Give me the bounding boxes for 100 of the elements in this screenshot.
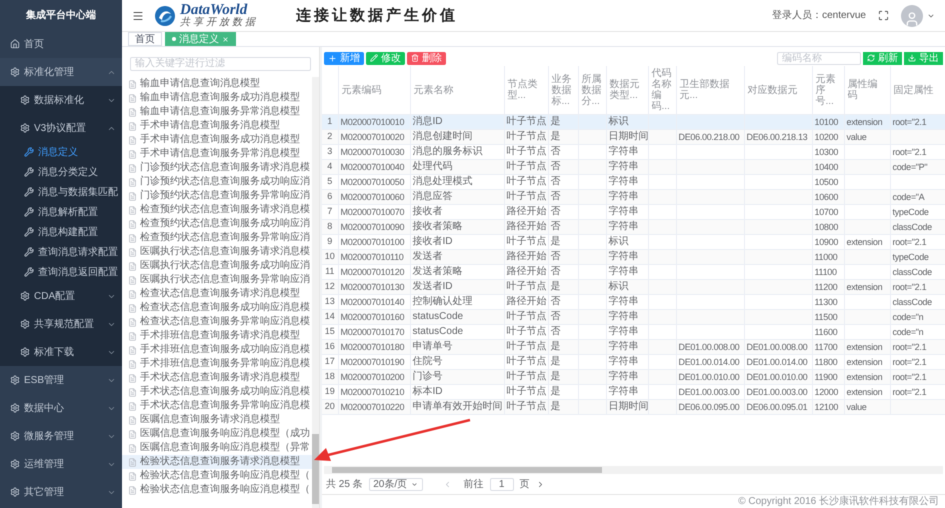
table-row[interactable]: 1 M020007010010 消息ID 叶子节点 是 标识 10100 extension root="2.1: [322, 114, 945, 130]
tree-item[interactable]: 检查预约状态信息查询服务成功响应消: [122, 217, 312, 231]
menu-icon[interactable]: [132, 10, 144, 22]
sidebar-item[interactable]: 微服务管理: [0, 422, 122, 450]
document-icon: [128, 458, 137, 466]
tree-item[interactable]: 手术申请信息查询服务消息模型: [122, 119, 312, 133]
table-row[interactable]: 6 M020007010060 消息应答 叶子节点 否 字符串 10600 code="A: [322, 190, 945, 204]
tree-item[interactable]: 医嘱执行状态信息查询服务请求消息模: [122, 245, 312, 259]
document-icon: [128, 164, 137, 172]
tree-item[interactable]: 门诊预约状态信息查询服务请求消息模: [122, 161, 312, 175]
sidebar-item[interactable]: 运维管理: [0, 450, 122, 478]
gear-icon: [20, 291, 30, 301]
table-row[interactable]: 8 M020007010090 接收者策略 路径开始 否 字符串 10800 classCode: [322, 220, 945, 234]
table-row[interactable]: 4 M020007010040 处理代码 叶子节点 否 字符串 10400 code="P": [322, 160, 945, 174]
sidebar-item[interactable]: 数据中心: [0, 394, 122, 422]
tree-item[interactable]: 检查预约状态信息查询服务请求消息模: [122, 203, 312, 217]
document-icon: [128, 108, 137, 116]
page-size-select[interactable]: 20条/页: [368, 478, 423, 490]
search-field[interactable]: 编码名称: [777, 52, 861, 64]
tree-item[interactable]: 手术排班信息查询服务异常响应消息模: [122, 357, 312, 371]
user-label: 登录人员：centervue: [772, 9, 866, 23]
tree-item[interactable]: 检查状态信息查询服务成功响应消息模: [122, 301, 312, 315]
table-row[interactable]: 12 M020007010130 发送者ID 叶子节点 是 标识 11200 extension root="2.1: [322, 280, 945, 294]
tree-item[interactable]: 手术申请信息查询服务成功消息模型: [122, 133, 312, 147]
horizontal-scrollbar[interactable]: [324, 466, 943, 474]
tree-item[interactable]: 检查状态信息查询服务请求消息模型: [122, 287, 312, 301]
tree-item[interactable]: 检查状态信息查询服务异常响应消息模: [122, 315, 312, 329]
tree-item[interactable]: 医嘱信息查询服务响应消息模型（成功: [122, 427, 312, 441]
document-icon: [128, 262, 137, 270]
tree-item[interactable]: 门诊预约状态信息查询服务成功响应消: [122, 175, 312, 189]
sidebar-item[interactable]: 消息构建配置: [0, 222, 122, 242]
table-row[interactable]: 19 M020007010210 标本ID 叶子节点 是 字符串 DE01.00.003.00 DE01.00.003.00 12000 extension root="2.1: [322, 384, 945, 400]
table-row[interactable]: 16 M020007010180 申请单号 叶子节点 是 字符串 DE01.00.008.00 DE01.00.008.00 11700 extension root="2.1: [322, 340, 945, 354]
slogan: 连接让数据产生价值: [296, 5, 458, 26]
fullscreen-icon[interactable]: [878, 10, 889, 21]
page-input[interactable]: 1: [490, 478, 514, 490]
sidebar-item[interactable]: 数据标准化: [0, 86, 122, 114]
table-row[interactable]: 14 M020007010160 statusCode 叶子节点 否 字符串 11500 code="n: [322, 310, 945, 324]
sidebar-item[interactable]: 首页: [0, 30, 122, 58]
sidebar-item[interactable]: 消息分类定义: [0, 162, 122, 182]
caret-icon: [411, 480, 418, 488]
close-icon[interactable]: [222, 36, 229, 42]
table-row[interactable]: 18 M020007010200 门诊号 叶子节点 是 字符串 DE01.00.010.00 DE01.00.010.00 11900 extension root="2.1: [322, 370, 945, 384]
tree-item[interactable]: 手术排班信息查询服务请求消息模型: [122, 329, 312, 343]
tree-item[interactable]: 检验状态信息查询服务请求消息模型: [122, 455, 312, 469]
gear-icon: [20, 95, 30, 105]
sidebar-item[interactable]: 其它管理: [0, 478, 122, 506]
tree-item[interactable]: 手术状态信息查询服务请求消息模型: [122, 371, 312, 385]
tree-item[interactable]: 手术排班信息查询服务成功响应消息模: [122, 343, 312, 357]
table-row[interactable]: 17 M020007010190 住院号 叶子节点 是 字符串 DE01.00.014.00 DE01.00.014.00 11800 extension root="2.1: [322, 354, 945, 370]
sidebar-item[interactable]: 查询消息返回配置: [0, 262, 122, 282]
tree-item[interactable]: 输血申请信息查询服务成功消息模型: [122, 91, 312, 105]
table-cell: 叶子节点: [504, 400, 548, 414]
table-row[interactable]: 10 M020007010110 发送者 路径开始 否 字符串 11000 typeCode: [322, 250, 945, 264]
toolbar-button[interactable]: 删除: [407, 52, 446, 64]
table-row[interactable]: 3 M020007010030 消息的服务标识 叶子节点 否 字符串 10300 root="2.1: [322, 144, 945, 160]
tree-item[interactable]: 手术申请信息查询服务异常消息模型: [122, 147, 312, 161]
sidebar-item[interactable]: 标准下载: [0, 338, 122, 366]
tree-item[interactable]: 手术状态信息查询服务成功响应消息模: [122, 385, 312, 399]
tree-item[interactable]: 检查预约状态信息查询服务异常响应消: [122, 231, 312, 245]
table-row[interactable]: 20 M020007010220 申请单有效开始时间 叶子节点 是 日期时间 DE06.00.095.00 DE06.00.095.01 12100 value: [322, 400, 945, 414]
tree-item[interactable]: 检验状态信息查询服务响应消息模型（: [122, 469, 312, 483]
sidebar-item[interactable]: ESB管理: [0, 366, 122, 394]
sidebar-item[interactable]: 共享规范配置: [0, 310, 122, 338]
table-row[interactable]: 5 M020007010050 消息处理模式 叶子节点 否 字符串 10500: [322, 174, 945, 190]
gear-icon: [10, 459, 20, 469]
tree-item[interactable]: 门诊预约状态信息查询服务异常响应消: [122, 189, 312, 203]
tree-item[interactable]: 医嘱信息查询服务响应消息模型（异常: [122, 441, 312, 455]
sidebar-item[interactable]: V3协议配置: [0, 114, 122, 142]
sidebar-item[interactable]: 消息解析配置: [0, 202, 122, 222]
tree-item[interactable]: 输血申请信息查询消息模型: [122, 77, 312, 91]
goto-label: 前往: [464, 478, 484, 492]
document-icon: [128, 402, 137, 410]
pencil-icon: [370, 54, 378, 62]
table-row[interactable]: 9 M020007010100 接收者ID 叶子节点 是 标识 10900 extension root="2.1: [322, 234, 945, 250]
table-row[interactable]: 15 M020007010170 statusCode 叶子节点 否 字符串 11600 code="n: [322, 324, 945, 340]
tab[interactable]: 首页: [128, 32, 162, 46]
scrollbar[interactable]: [312, 77, 319, 508]
table-row[interactable]: 11 M020007010120 发送者策略 路径开始 否 字符串 11100 classCode: [322, 264, 945, 280]
sidebar-item[interactable]: CDA配置: [0, 282, 122, 310]
tree-item[interactable]: 检验状态信息查询服务响应消息模型（: [122, 483, 312, 497]
tree-item[interactable]: 手术状态信息查询服务异常响应消息模: [122, 399, 312, 413]
tree-item[interactable]: 医嘱信息查询服务请求消息模型: [122, 413, 312, 427]
sidebar-item[interactable]: 消息与数据集匹配: [0, 182, 122, 202]
wrench-icon: [24, 167, 34, 177]
document-icon: [128, 206, 137, 214]
table-row[interactable]: 7 M020007010070 接收者 路径开始 否 字符串 10700 typeCode: [322, 204, 945, 220]
toolbar-button[interactable]: 新增: [324, 52, 364, 64]
tree-item[interactable]: 输血申请信息查询服务异常消息模型: [122, 105, 312, 119]
filter-field[interactable]: 输入关键字进行过滤: [130, 56, 311, 70]
sidebar-item[interactable]: 标准化管理: [0, 58, 122, 86]
table-row[interactable]: 13 M020007010140 控制确认处理 路径开始 否 字符串 11300 classCode: [322, 294, 945, 310]
table-row[interactable]: 2 M020007010020 消息创建时间 叶子节点 是 日期时间 DE06.00.218.00 DE06.00.218.13 10200 value: [322, 130, 945, 144]
document-icon: [128, 234, 137, 242]
tree-item[interactable]: 医嘱执行状态信息查询服务异常响应消: [122, 273, 312, 287]
gear-icon: [20, 123, 30, 133]
sidebar-item[interactable]: 查询消息请求配置: [0, 242, 122, 262]
tree-item[interactable]: 医嘱执行状态信息查询服务成功响应消: [122, 259, 312, 273]
sidebar-item[interactable]: 消息定义: [0, 142, 122, 162]
table-cell: 日期时间: [606, 400, 648, 414]
